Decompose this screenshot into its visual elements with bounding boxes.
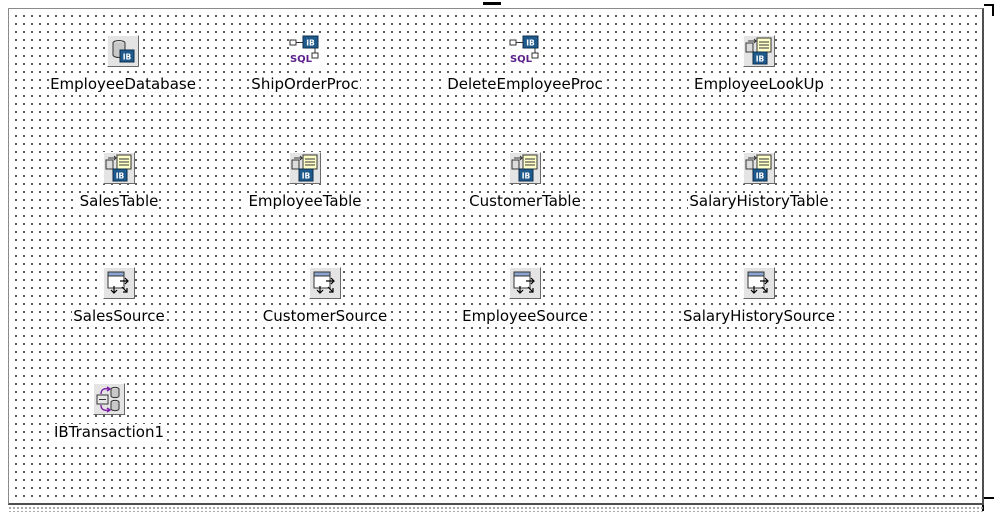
svg-text:SQL: SQL [290,54,313,65]
ib-table-icon: IB [509,152,541,184]
component-salary-history-source[interactable]: SalaryHistorySource [659,265,859,325]
component-label: SalesSource [72,307,166,325]
component-ship-order-proc[interactable]: IB SQL ShipOrderProc [230,33,380,93]
component-label: EmployeeLookUp [693,75,825,93]
svg-text:IB: IB [116,172,125,181]
component-delete-employee-proc[interactable]: IB SQL DeleteEmployeeProc [425,33,625,93]
component-label: CustomerTable [468,192,582,210]
svg-text:IB: IB [302,172,311,181]
ib-transaction-icon [93,383,125,415]
component-customer-table[interactable]: IB CustomerTable [450,150,600,210]
component-employee-source[interactable]: EmployeeSource [440,265,610,325]
ib-table-icon: IB [743,152,775,184]
ib-stored-proc-icon: IB SQL [509,35,541,67]
component-label: ShipOrderProc [250,75,360,93]
svg-text:IB: IB [306,39,315,48]
ib-database-icon: IB [107,35,139,67]
svg-text:IB: IB [522,172,531,181]
form-bottom-edge [8,506,984,512]
component-label: EmployeeSource [461,307,589,325]
svg-text:IB: IB [526,39,535,48]
datasource-icon [509,267,541,299]
component-label: CustomerSource [261,307,389,325]
svg-text:IB: IB [756,55,765,64]
svg-text:IB: IB [756,172,765,181]
component-ib-transaction[interactable]: IBTransaction1 [29,381,189,441]
form-resize-handle-top-right[interactable] [984,4,994,16]
component-label: DeleteEmployeeProc [446,75,604,93]
component-employee-database[interactable]: IB EmployeeDatabase [13,33,233,93]
data-module-design-surface[interactable]: IB EmployeeDatabase IB SQL ShipOrderProc [8,8,984,505]
ib-table-icon: IB [289,152,321,184]
datasource-icon [309,267,341,299]
component-employee-table[interactable]: IB EmployeeTable [230,150,380,210]
datasource-icon [103,267,135,299]
component-label: SalaryHistoryTable [688,192,830,210]
component-sales-source[interactable]: SalesSource [49,265,189,325]
svg-text:IB: IB [123,53,132,62]
ib-table-icon: IB [743,35,775,67]
component-label: EmployeeTable [247,192,363,210]
datasource-icon [743,267,775,299]
component-label: SalesTable [78,192,160,210]
component-label: SalaryHistorySource [682,307,836,325]
component-label: EmployeeDatabase [49,75,197,93]
ib-table-icon: IB [103,152,135,184]
component-label: IBTransaction1 [52,423,166,441]
ib-stored-proc-icon: IB SQL [289,35,321,67]
component-sales-table[interactable]: IB SalesTable [49,150,189,210]
component-salary-history-table[interactable]: IB SalaryHistoryTable [664,150,854,210]
svg-text:SQL: SQL [510,54,533,65]
form-resize-handle-top[interactable] [483,2,501,5]
component-employee-lookup[interactable]: IB EmployeeLookUp [674,33,844,93]
component-customer-source[interactable]: CustomerSource [230,265,420,325]
